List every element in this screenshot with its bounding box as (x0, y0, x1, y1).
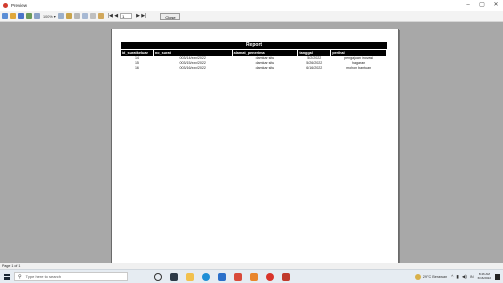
app-icon-red[interactable] (234, 272, 242, 281)
zoom-icon[interactable] (34, 13, 40, 19)
table-cell: 6/16/2022 (306, 66, 323, 70)
maximize-button[interactable]: ▢ (475, 0, 489, 11)
window-title: Preview (11, 3, 28, 8)
nav-next-buttons[interactable]: ▶ ▶| (136, 13, 146, 19)
pinned-apps (154, 272, 298, 281)
search-placeholder: Type here to search (25, 274, 62, 279)
system-tray: 29°C Berawan ^ ▮ ◀) IN 8:46 AM 6/16/2022 (414, 270, 503, 283)
report-viewer[interactable]: Report id_suratkeluar no_surat alamat_pe… (0, 22, 503, 263)
language-indicator[interactable]: IN (470, 275, 474, 279)
page-info: Page 1 of 1 (2, 264, 21, 268)
app-icon-preview[interactable] (282, 272, 290, 281)
report-page: Report id_suratkeluar no_surat alamat_pe… (111, 29, 399, 263)
open-icon[interactable] (10, 13, 16, 19)
app-icon-orange[interactable] (250, 272, 258, 281)
clock-date: 6/16/2022 (477, 275, 491, 280)
taskbar-search[interactable]: ⚲ Type here to search (14, 272, 128, 281)
page-number-input[interactable]: 1 (120, 13, 133, 19)
app-icon (3, 3, 8, 8)
chevron-up-icon[interactable]: ^ (451, 274, 453, 279)
table-row: 16 003/16/xxx/2022 damkar situ 6/16/2022… (121, 66, 387, 71)
edit-icon[interactable] (97, 13, 104, 19)
print-icon[interactable] (2, 13, 8, 19)
file-explorer-icon[interactable] (186, 272, 194, 281)
title-bar: Preview – ▢ ✕ (0, 0, 503, 11)
network-icon[interactable]: ▮ (456, 274, 458, 280)
report-table: Report id_suratkeluar no_surat alamat_pe… (121, 42, 387, 71)
toolbar: 100% ▾ |◀ ◀ 1 ▶ ▶| Close (0, 11, 503, 22)
zoom-select[interactable]: 100% ▾ (43, 14, 56, 19)
start-button[interactable] (0, 270, 14, 283)
weather-icon[interactable] (414, 273, 421, 280)
window-controls: – ▢ ✕ (461, 0, 503, 11)
task-view-icon[interactable] (170, 272, 178, 281)
cortana-icon[interactable] (154, 272, 162, 281)
report-title: Report (121, 42, 387, 49)
nav-prev-buttons[interactable]: |◀ ◀ (108, 13, 118, 19)
table-cell: 003/16/xxx/2022 (179, 66, 206, 70)
search-icon: ⚲ (18, 273, 22, 280)
clock[interactable]: 8:46 AM 6/16/2022 (477, 272, 491, 280)
close-window-button[interactable]: ✕ (489, 0, 503, 11)
weather-text[interactable]: 29°C Berawan (423, 275, 448, 279)
edge-icon[interactable] (202, 272, 210, 281)
page-setup-icon[interactable] (65, 13, 72, 19)
windows-logo-icon (4, 273, 10, 280)
notification-icon[interactable] (495, 273, 500, 280)
taskbar: ⚲ Type here to search 29°C Berawan ^ ▮ ◀… (0, 269, 503, 283)
store-icon[interactable] (218, 272, 226, 281)
volume-icon[interactable]: ◀) (462, 274, 467, 280)
save-icon[interactable] (18, 13, 24, 19)
thumbnail-icon[interactable] (89, 13, 96, 19)
preview-window: Preview – ▢ ✕ 100% ▾ |◀ ◀ 1 ▶ ▶| Close R… (0, 0, 503, 283)
export-icon[interactable] (26, 13, 32, 19)
browser-icon[interactable] (266, 272, 274, 281)
close-preview-button[interactable]: Close (160, 12, 181, 20)
table-cell: damkar situ (255, 66, 275, 70)
table-cell: 16 (134, 66, 139, 70)
table-cell: mohon bantuan (346, 66, 372, 70)
search-report-icon[interactable] (57, 13, 64, 19)
single-page-icon[interactable] (73, 13, 80, 19)
multi-page-icon[interactable] (81, 13, 88, 19)
minimize-button[interactable]: – (461, 0, 475, 11)
